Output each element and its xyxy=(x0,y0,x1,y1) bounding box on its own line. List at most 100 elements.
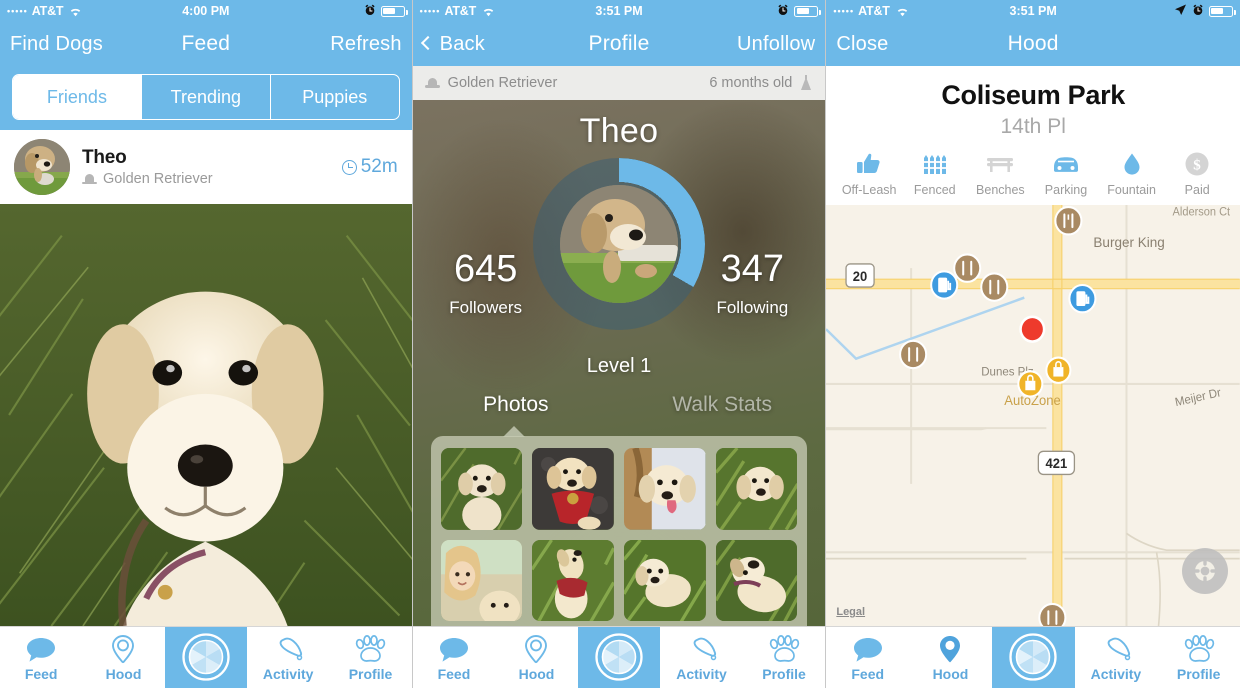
status-right xyxy=(364,4,408,19)
camera-shutter-icon xyxy=(1008,632,1058,682)
location-arrow-icon xyxy=(1174,3,1187,19)
three-phone-screens: ••••• AT&T 4:00 PM Find Dogs Feed Refres… xyxy=(0,0,1240,688)
photo-grid-card xyxy=(430,436,808,626)
tab-feed[interactable]: Feed xyxy=(826,627,909,688)
level-ring xyxy=(533,158,705,330)
tab-trending[interactable]: Trending xyxy=(142,75,271,119)
tab-walk-stats[interactable]: Walk Stats xyxy=(619,393,825,417)
status-bar: ••••• AT&T 3:51 PM xyxy=(826,0,1240,22)
clock-icon xyxy=(341,159,357,175)
feed-photo[interactable] xyxy=(0,204,412,626)
map-view[interactable]: Alderson Ct Dunes Plz Meijer Dr Burger K… xyxy=(826,205,1240,626)
car-icon xyxy=(1051,151,1081,177)
close-button[interactable]: Close xyxy=(836,33,888,56)
tab-profile[interactable]: Profile xyxy=(329,627,411,688)
feed-item-header[interactable]: Theo Golden Retriever 52m xyxy=(0,130,412,204)
map-legal-link[interactable]: Legal xyxy=(836,606,865,618)
back-button[interactable]: Back xyxy=(420,32,485,56)
amenity-paid[interactable]: $ Paid xyxy=(1164,151,1230,197)
grid-photo[interactable] xyxy=(440,448,523,530)
avatar[interactable] xyxy=(14,139,70,195)
tab-activity-label: Activity xyxy=(676,665,727,682)
bell-icon xyxy=(686,634,718,664)
followers-stat[interactable]: 645 Followers xyxy=(431,250,541,318)
tab-profile-label: Profile xyxy=(1176,665,1221,682)
tab-profile[interactable]: Profile xyxy=(743,627,826,688)
locate-me-button[interactable] xyxy=(1182,548,1229,594)
following-stat[interactable]: 347 Following xyxy=(697,250,807,318)
tab-bar: Feed Hood Activity Profile xyxy=(412,626,826,688)
tab-profile[interactable]: Profile xyxy=(1157,627,1240,688)
tab-camera[interactable] xyxy=(577,627,661,688)
spinning-top-icon xyxy=(799,74,813,92)
nav-bar: Back Profile Unfollow xyxy=(412,22,826,66)
tab-hood[interactable]: Hood xyxy=(82,627,164,688)
profile-hero: Theo 645 Followers 347 Following Level 1… xyxy=(412,100,826,626)
tab-feed-label: Feed xyxy=(851,665,885,682)
tab-feed[interactable]: Feed xyxy=(0,627,82,688)
screen-feed: ••••• AT&T 4:00 PM Find Dogs Feed Refres… xyxy=(0,0,413,688)
map-pin-icon xyxy=(937,634,963,664)
feed-item-breed-row: Golden Retriever xyxy=(82,171,330,187)
tab-hood[interactable]: Hood xyxy=(909,627,992,688)
grid-photo[interactable] xyxy=(715,448,798,530)
nav-bar: Find Dogs Feed Refresh xyxy=(0,22,412,66)
amenity-off-leash[interactable]: Off-Leash xyxy=(836,151,902,197)
tab-activity[interactable]: Activity xyxy=(1075,627,1158,688)
tab-hood-label: Hood xyxy=(518,665,555,682)
tab-camera[interactable] xyxy=(164,627,247,688)
back-button-label: Back xyxy=(439,32,485,55)
grid-photo[interactable] xyxy=(715,539,798,622)
breed-label: Golden Retriever xyxy=(447,75,558,91)
tab-activity-label: Activity xyxy=(1090,665,1142,682)
find-dogs-button[interactable]: Find Dogs xyxy=(10,33,103,56)
tab-activity[interactable]: Activity xyxy=(660,627,743,688)
speech-bubble-icon xyxy=(438,634,470,664)
tab-profile-label: Profile xyxy=(762,665,806,682)
unfollow-button[interactable]: Unfollow xyxy=(737,33,815,56)
alarm-clock-icon xyxy=(1192,4,1204,19)
park-header: Coliseum Park 14th Pl xyxy=(826,66,1240,145)
profile-avatar[interactable] xyxy=(560,185,678,303)
following-label: Following xyxy=(716,298,789,317)
grid-photo[interactable] xyxy=(624,448,706,530)
park-subtitle: 14th Pl xyxy=(1000,115,1066,138)
segmented-control[interactable]: Friends Trending Puppies xyxy=(12,74,400,120)
amenities-row: Off-Leash Fenced Benches Parking Fountai… xyxy=(826,145,1240,205)
amenity-fountain[interactable]: Fountain xyxy=(1099,151,1165,197)
feed-item-time-value: 52m xyxy=(360,156,398,177)
tab-photos[interactable]: Photos xyxy=(413,393,619,417)
tab-bar: Feed Hood Activity Profile xyxy=(0,626,412,688)
tab-hood-label: Hood xyxy=(932,665,969,682)
refresh-button[interactable]: Refresh xyxy=(330,33,401,56)
tab-feed[interactable]: Feed xyxy=(413,627,496,688)
tab-hood[interactable]: Hood xyxy=(495,627,578,688)
grid-photo[interactable] xyxy=(532,539,614,622)
grid-photo[interactable] xyxy=(440,539,523,622)
grid-photo[interactable] xyxy=(532,448,614,530)
segmented-control-wrap: Friends Trending Puppies xyxy=(0,66,412,130)
amenity-fenced[interactable]: Fenced xyxy=(902,151,968,197)
speech-bubble-icon xyxy=(25,634,57,664)
bell-icon xyxy=(272,634,304,664)
followers-label: Followers xyxy=(449,298,523,317)
age-label: 6 months old xyxy=(709,75,793,91)
battery-icon xyxy=(380,5,408,17)
tab-friends[interactable]: Friends xyxy=(13,75,142,119)
breed-hat-icon xyxy=(82,174,97,185)
park-title: Coliseum Park xyxy=(941,80,1126,110)
amenity-parking[interactable]: Parking xyxy=(1033,151,1099,197)
nav-bar: Close Hood xyxy=(826,22,1240,66)
amenity-benches[interactable]: Benches xyxy=(968,151,1034,197)
tab-activity[interactable]: Activity xyxy=(247,627,329,688)
followers-count: 645 xyxy=(453,248,518,290)
grid-photo[interactable] xyxy=(624,539,706,622)
bell-icon xyxy=(1100,634,1132,664)
paw-print-icon xyxy=(1182,634,1216,664)
chevron-left-icon xyxy=(420,35,435,51)
highway-shield-20: 20 xyxy=(845,263,876,288)
breed-hat-icon xyxy=(424,78,440,88)
tab-camera[interactable] xyxy=(991,627,1075,688)
tab-puppies[interactable]: Puppies xyxy=(271,75,399,119)
map-pin-icon xyxy=(110,634,136,664)
